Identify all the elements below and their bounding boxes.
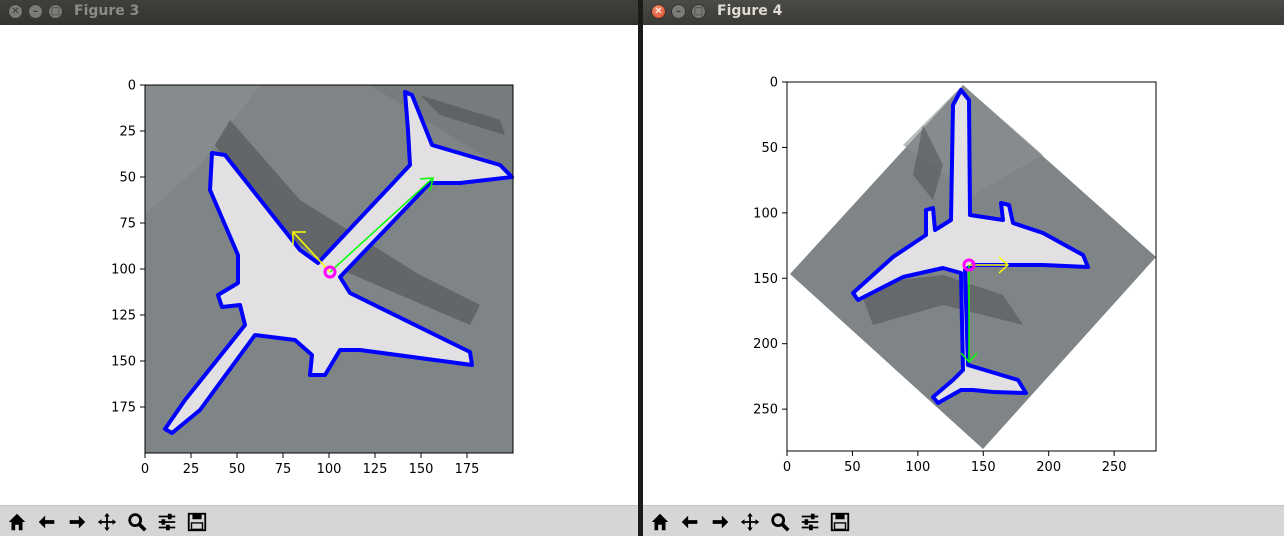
- navigation-toolbar: [0, 505, 638, 536]
- zoom-button[interactable]: [768, 510, 792, 534]
- x-tick-label: 100: [317, 462, 342, 477]
- x-tick-label: 50: [844, 460, 861, 475]
- y-tick-label: 100: [753, 206, 778, 221]
- y-tick-label: 75: [119, 217, 136, 232]
- pan-icon: [97, 512, 117, 532]
- back-arrow-icon: [38, 515, 55, 529]
- x-tick-labels: 0 50 100 150 200 250: [783, 451, 1127, 475]
- x-tick-label: 175: [455, 462, 480, 477]
- y-tick-label: 25: [119, 125, 136, 140]
- x-tick-labels: 0 25 50 75 100 125 150 175: [141, 453, 480, 477]
- x-tick-label: 25: [183, 462, 200, 477]
- y-tick-label: 250: [753, 403, 778, 418]
- x-tick-label: 75: [275, 462, 292, 477]
- figure-4-window: ✕ – □ Figure 4 0 50 100 150 200 250 0 50…: [643, 0, 1284, 536]
- y-tick-labels: 0 50 100 150 200 250: [753, 76, 787, 418]
- figure-canvas: 0 25 50 75 100 125 150 175 0 25 50 75 100 125 150 175: [0, 25, 638, 505]
- navigation-toolbar: [643, 505, 1284, 536]
- save-icon: [830, 512, 850, 532]
- x-tick-label: 0: [783, 460, 791, 475]
- y-tick-label: 150: [753, 272, 778, 287]
- x-tick-label: 150: [971, 460, 996, 475]
- y-tick-label: 50: [119, 171, 136, 186]
- plot-area: 0 25 50 75 100 125 150 175 0 25 50 75 100 125 150 175: [111, 79, 514, 477]
- y-tick-label: 200: [753, 337, 778, 352]
- figure-3-window: ✕ – □ Figure 3 0 25 50 75 100 125 150 17…: [0, 0, 638, 536]
- back-arrow-icon: [681, 515, 698, 529]
- pan-button[interactable]: [738, 510, 762, 534]
- forward-arrow-icon: [69, 515, 86, 529]
- x-tick-label: 150: [409, 462, 434, 477]
- y-tick-label: 50: [761, 141, 778, 156]
- save-button[interactable]: [185, 510, 209, 534]
- configure-subplots-icon: [801, 513, 819, 531]
- y-tick-label: 0: [770, 76, 778, 91]
- pan-icon: [740, 512, 760, 532]
- image-axes: [786, 81, 1157, 452]
- close-window-button[interactable]: ✕: [651, 4, 666, 19]
- y-tick-labels: 0 25 50 75 100 125 150 175: [111, 79, 145, 416]
- save-icon: [187, 512, 207, 532]
- maximize-window-button[interactable]: □: [48, 4, 63, 19]
- configure-subplots-button[interactable]: [798, 510, 822, 534]
- window-title: Figure 4: [717, 3, 783, 19]
- zoom-icon: [771, 513, 790, 532]
- configure-subplots-icon: [158, 513, 176, 531]
- x-tick-label: 125: [363, 462, 388, 477]
- y-tick-label: 175: [111, 401, 136, 416]
- minimize-window-button[interactable]: –: [28, 4, 43, 19]
- title-bar: ✕ – □ Figure 4: [643, 0, 1284, 25]
- zoom-icon: [128, 513, 147, 532]
- figure-canvas: 0 50 100 150 200 250 0 50 100 150 200 250: [643, 25, 1284, 505]
- forward-arrow-button[interactable]: [65, 510, 89, 534]
- forward-arrow-button[interactable]: [708, 510, 732, 534]
- y-tick-label: 100: [111, 263, 136, 278]
- x-tick-label: 50: [229, 462, 246, 477]
- home-button[interactable]: [5, 510, 29, 534]
- zoom-button[interactable]: [125, 510, 149, 534]
- close-window-button[interactable]: ✕: [8, 4, 23, 19]
- home-icon: [8, 513, 26, 531]
- configure-subplots-button[interactable]: [155, 510, 179, 534]
- forward-arrow-icon: [712, 515, 729, 529]
- image-axes: [144, 84, 514, 454]
- minimize-window-button[interactable]: –: [671, 4, 686, 19]
- y-tick-label: 0: [128, 79, 136, 94]
- x-tick-label: 100: [905, 460, 930, 475]
- pan-button[interactable]: [95, 510, 119, 534]
- x-tick-label: 0: [141, 462, 149, 477]
- window-title: Figure 3: [74, 3, 140, 19]
- x-tick-label: 250: [1102, 460, 1127, 475]
- title-bar: ✕ – □ Figure 3: [0, 0, 638, 25]
- x-tick-label: 200: [1036, 460, 1061, 475]
- home-button[interactable]: [648, 510, 672, 534]
- back-arrow-button[interactable]: [678, 510, 702, 534]
- maximize-window-button[interactable]: □: [691, 4, 706, 19]
- y-tick-label: 150: [111, 355, 136, 370]
- back-arrow-button[interactable]: [35, 510, 59, 534]
- y-tick-label: 125: [111, 309, 136, 324]
- save-button[interactable]: [828, 510, 852, 534]
- plot-area: 0 50 100 150 200 250 0 50 100 150 200 250: [753, 76, 1157, 475]
- home-icon: [651, 513, 669, 531]
